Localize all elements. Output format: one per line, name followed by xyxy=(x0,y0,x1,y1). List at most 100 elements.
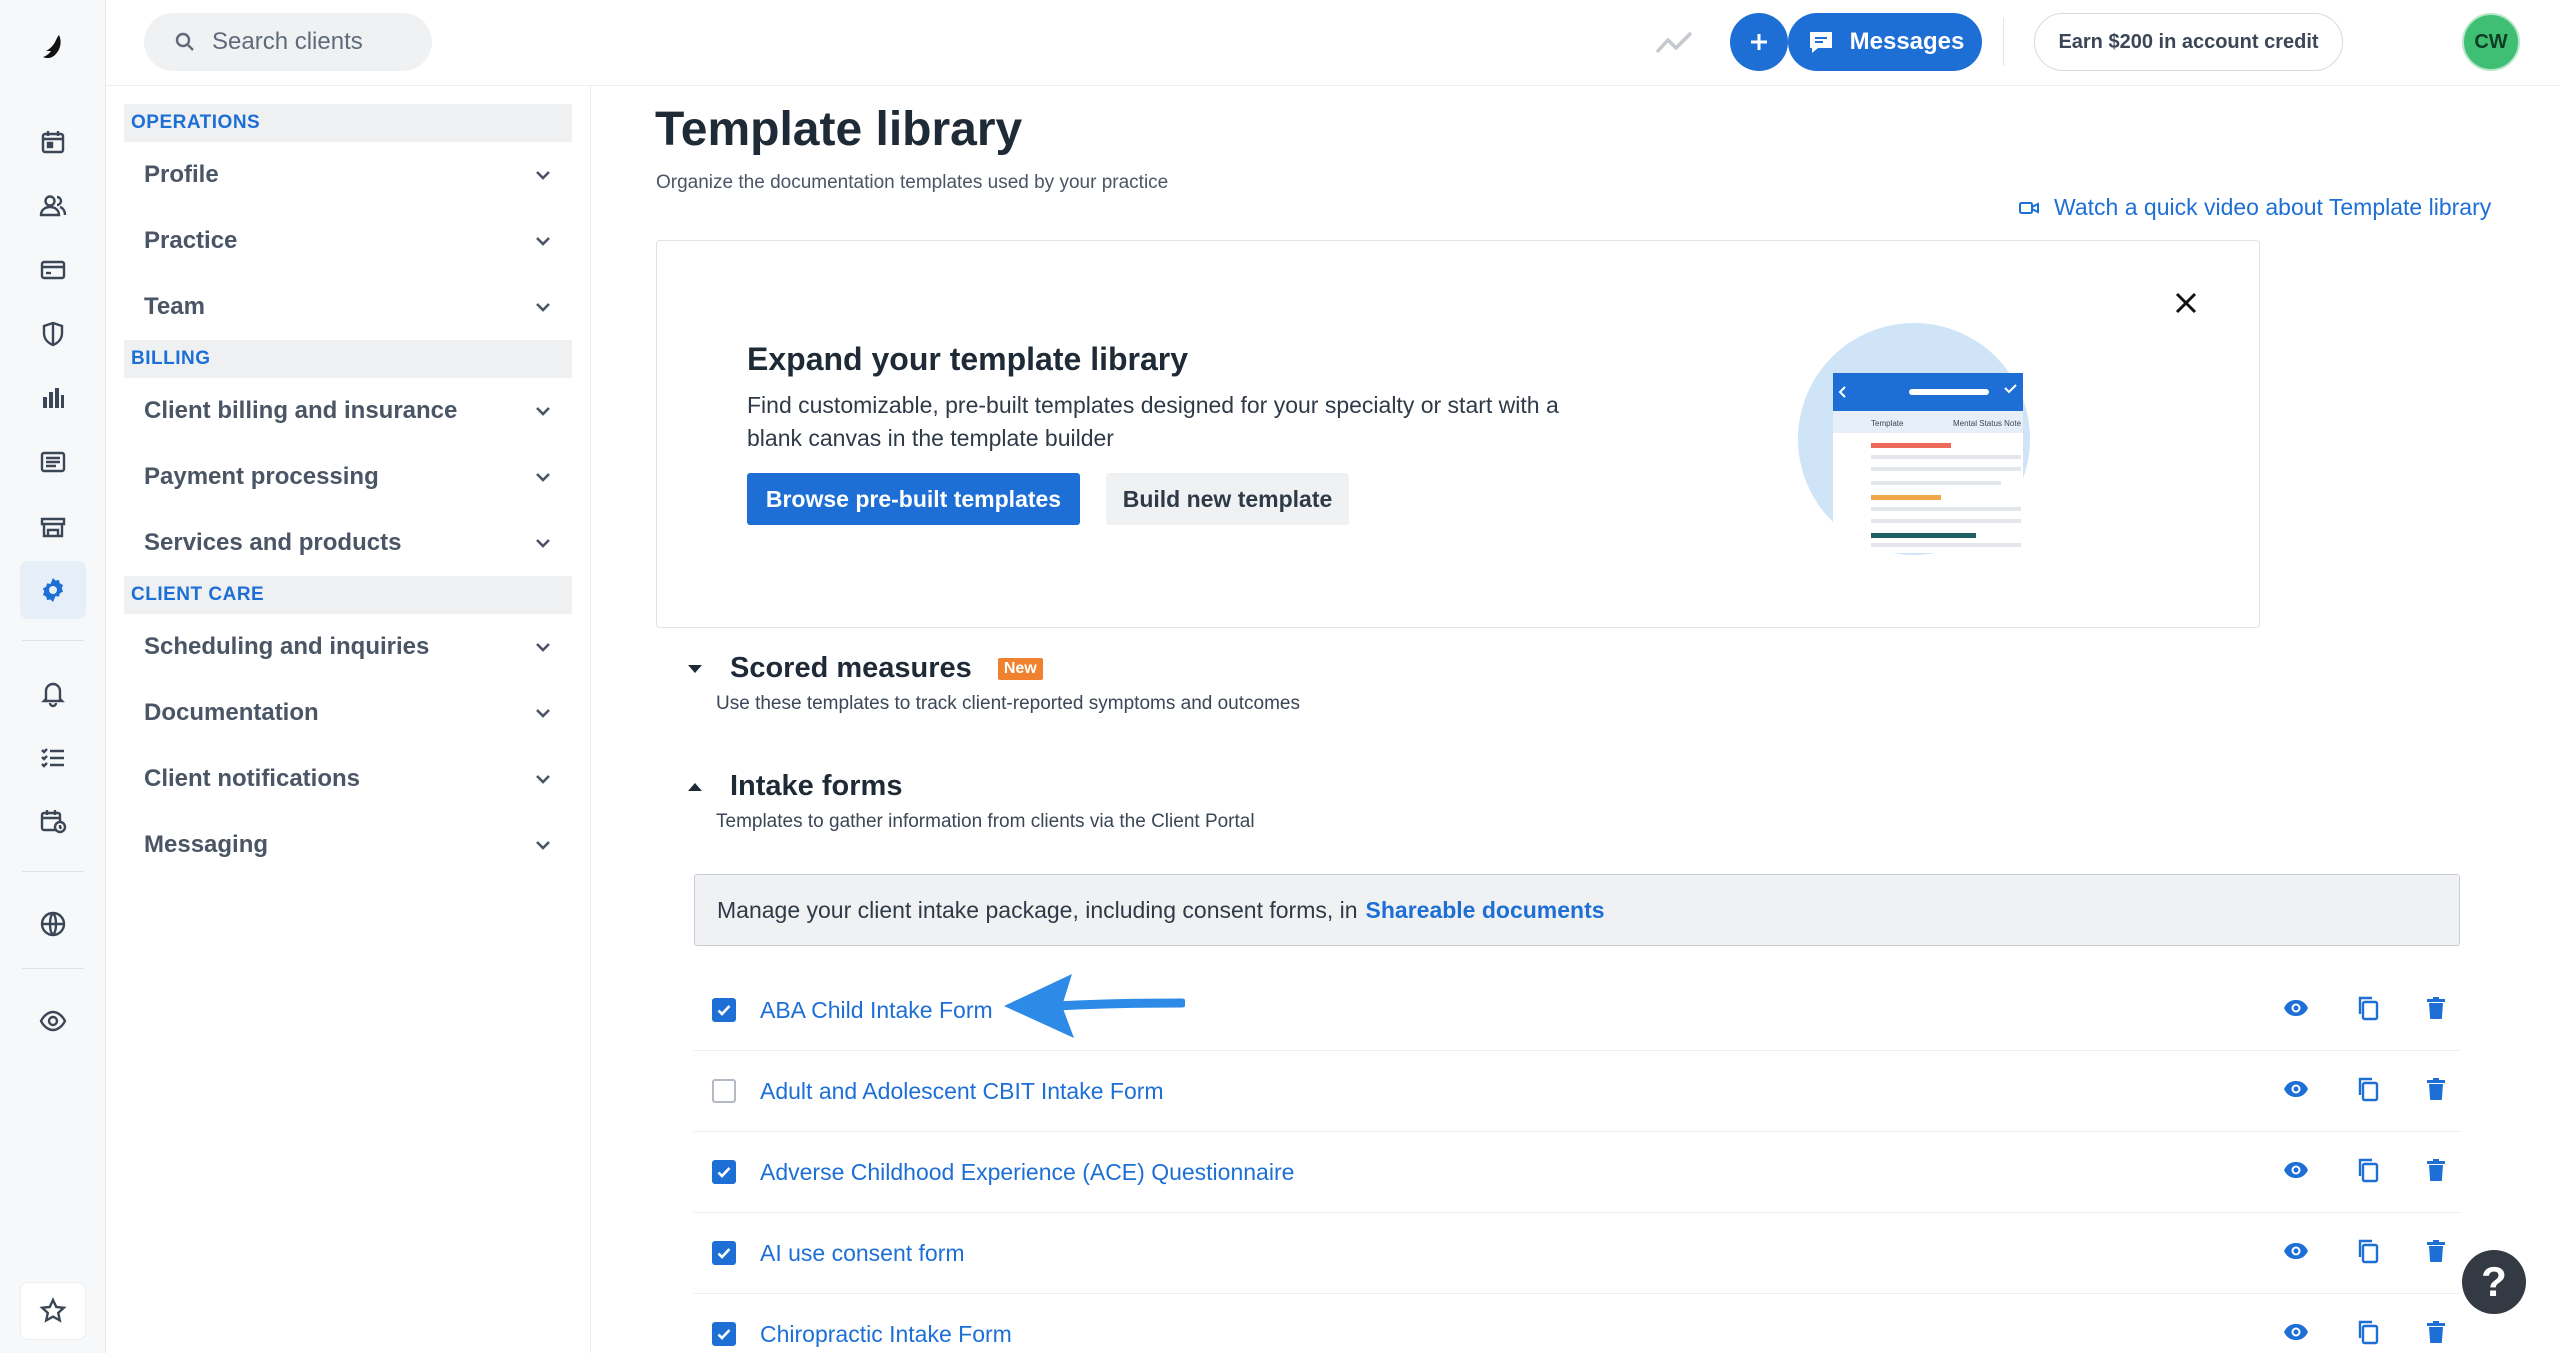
nav-item-payment-processing[interactable]: Payment processing xyxy=(124,444,572,510)
avatar[interactable]: CW xyxy=(2462,13,2520,71)
promo-title: Expand your template library xyxy=(747,341,1189,377)
caret-up-icon xyxy=(688,782,702,791)
nav-item-label: Scheduling and inquiries xyxy=(144,633,430,660)
nav-item-profile[interactable]: Profile xyxy=(124,142,572,208)
insurance-shield-icon[interactable] xyxy=(20,305,86,363)
preview-eye-icon[interactable] xyxy=(2282,1075,2310,1103)
delete-trash-icon[interactable] xyxy=(2422,1075,2450,1103)
scored-measures-description: Use these templates to track client-repo… xyxy=(716,693,1300,714)
nav-item-scheduling[interactable]: Scheduling and inquiries xyxy=(124,614,572,680)
copy-icon[interactable] xyxy=(2354,1075,2382,1103)
intake-forms-title: Intake forms xyxy=(730,770,903,802)
nav-item-label: Practice xyxy=(144,227,238,254)
nav-item-services-products[interactable]: Services and products xyxy=(124,510,572,576)
search-clients-input[interactable]: Search clients xyxy=(144,13,432,71)
chevron-down-icon xyxy=(536,407,550,416)
intake-forms-toggle[interactable]: Intake forms xyxy=(655,770,1255,803)
nav-item-practice[interactable]: Practice xyxy=(124,208,572,274)
template-row[interactable]: AI use consent form xyxy=(694,1213,2460,1294)
list-icon[interactable] xyxy=(20,433,86,491)
chat-bubble-icon xyxy=(1809,32,1832,53)
intake-forms-group: Intake forms Templates to gather informa… xyxy=(655,770,1255,833)
intake-info-bar: Manage your client intake package, inclu… xyxy=(694,874,2460,946)
shareable-documents-link[interactable]: Shareable documents xyxy=(1366,897,1605,924)
messages-label: Messages xyxy=(1849,28,1965,55)
nav-item-client-notifications[interactable]: Client notifications xyxy=(124,746,572,812)
template-row[interactable]: Chiropractic Intake Form xyxy=(694,1294,2460,1353)
intake-forms-description: Templates to gather information from cli… xyxy=(716,811,1255,832)
clients-icon[interactable] xyxy=(20,177,86,235)
template-name-link[interactable]: ABA Child Intake Form xyxy=(760,997,993,1024)
analytics-icon[interactable] xyxy=(20,369,86,427)
delete-trash-icon[interactable] xyxy=(2422,1237,2450,1265)
delete-trash-icon[interactable] xyxy=(2422,1318,2450,1346)
info-bar-text: Manage your client intake package, inclu… xyxy=(717,896,1358,923)
template-name-link[interactable]: Adult and Adolescent CBIT Intake Form xyxy=(760,1078,1164,1105)
settings-gear-icon[interactable] xyxy=(20,561,86,619)
nav-item-client-billing[interactable]: Client billing and insurance xyxy=(124,378,572,444)
checkmark-icon xyxy=(717,1248,731,1259)
illus-col-note: Mental Status Note xyxy=(1953,419,2022,428)
delete-trash-icon[interactable] xyxy=(2422,1156,2450,1184)
marketplace-icon[interactable] xyxy=(20,497,86,555)
add-button[interactable] xyxy=(1730,13,1788,71)
reminders-icon[interactable] xyxy=(20,792,86,850)
preview-eye-icon[interactable] xyxy=(2282,1156,2310,1184)
template-row[interactable]: Adverse Childhood Experience (ACE) Quest… xyxy=(694,1132,2460,1213)
template-name-link[interactable]: Adverse Childhood Experience (ACE) Quest… xyxy=(760,1159,1294,1186)
scored-measures-toggle[interactable]: Scored measures New xyxy=(655,652,1300,685)
template-name-link[interactable]: AI use consent form xyxy=(760,1240,965,1267)
nav-item-documentation[interactable]: Documentation xyxy=(124,680,572,746)
build-template-button[interactable]: Build new template xyxy=(1106,473,1349,525)
favorites-star-icon[interactable] xyxy=(20,1282,86,1340)
watch-video-link[interactable]: Watch a quick video about Template libra… xyxy=(2018,194,2491,221)
chevron-down-icon xyxy=(536,237,550,246)
tasks-icon[interactable] xyxy=(20,728,86,786)
template-row[interactable]: Adult and Adolescent CBIT Intake Form xyxy=(694,1051,2460,1132)
website-globe-icon[interactable] xyxy=(20,895,86,953)
template-checkbox[interactable] xyxy=(712,1241,736,1265)
view-eye-icon[interactable] xyxy=(20,992,86,1050)
chevron-down-icon xyxy=(536,303,550,312)
rail-divider xyxy=(22,968,84,969)
messages-button[interactable]: Messages xyxy=(1788,13,1982,71)
nav-item-team[interactable]: Team xyxy=(124,274,572,340)
copy-icon[interactable] xyxy=(2354,1156,2382,1184)
page-subtitle: Organize the documentation templates use… xyxy=(656,172,1169,193)
close-icon[interactable] xyxy=(2169,286,2203,320)
template-row[interactable]: ABA Child Intake Form xyxy=(694,970,2460,1051)
template-checkbox[interactable] xyxy=(712,1160,736,1184)
intake-template-list: ABA Child Intake Form Adult and Adolescen… xyxy=(694,970,2460,1353)
logo-icon[interactable] xyxy=(20,18,86,76)
help-button[interactable]: ? xyxy=(2462,1250,2526,1314)
earn-credit-button[interactable]: Earn $200 in account credit xyxy=(2034,13,2343,71)
promo-card: Expand your template library Find custom… xyxy=(656,240,2260,628)
chevron-down-icon xyxy=(536,643,550,652)
top-bar: Search clients Messages Earn $200 in acc… xyxy=(106,0,2560,86)
browse-templates-button[interactable]: Browse pre-built templates xyxy=(747,473,1080,525)
template-checkbox[interactable] xyxy=(712,1079,736,1103)
template-checkbox[interactable] xyxy=(712,1322,736,1346)
preview-eye-icon[interactable] xyxy=(2282,994,2310,1022)
copy-icon[interactable] xyxy=(2354,1318,2382,1346)
copy-icon[interactable] xyxy=(2354,1237,2382,1265)
rail-divider xyxy=(22,640,84,641)
chevron-down-icon xyxy=(536,775,550,784)
trend-chart-icon[interactable] xyxy=(1654,24,1694,60)
nav-item-label: Payment processing xyxy=(144,463,379,490)
chevron-down-icon xyxy=(536,473,550,482)
template-checkbox[interactable] xyxy=(712,998,736,1022)
illus-col-template: Template xyxy=(1871,419,1904,428)
nav-item-label: Profile xyxy=(144,161,219,188)
nav-item-messaging[interactable]: Messaging xyxy=(124,812,572,878)
billing-card-icon[interactable] xyxy=(20,241,86,299)
preview-eye-icon[interactable] xyxy=(2282,1237,2310,1265)
calendar-icon[interactable] xyxy=(20,113,86,171)
caret-down-icon xyxy=(688,664,702,673)
checkmark-icon xyxy=(717,1167,731,1178)
notifications-bell-icon[interactable] xyxy=(20,664,86,722)
template-name-link[interactable]: Chiropractic Intake Form xyxy=(760,1321,1012,1348)
copy-icon[interactable] xyxy=(2354,994,2382,1022)
preview-eye-icon[interactable] xyxy=(2282,1318,2310,1346)
delete-trash-icon[interactable] xyxy=(2422,994,2450,1022)
